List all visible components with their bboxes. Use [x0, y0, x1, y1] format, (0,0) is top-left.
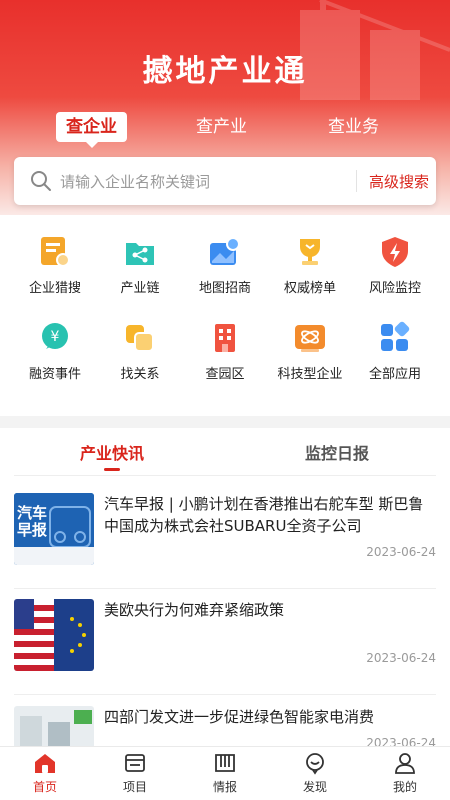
nav-label: 首页 — [32, 780, 57, 794]
feature-rankings[interactable]: 权威榜单 — [265, 235, 355, 315]
discover-icon — [306, 753, 324, 775]
relation-icon — [126, 325, 154, 352]
search-icon — [31, 171, 51, 191]
svg-text:¥: ¥ — [51, 329, 60, 345]
nav-label: 情报 — [212, 780, 237, 794]
search-divider — [356, 170, 357, 192]
feature-label: 全部应用 — [368, 367, 421, 382]
news-title: 四部门发文进一步促进绿色智能家电消费 — [104, 708, 375, 726]
feature-label: 权威榜单 — [283, 281, 336, 296]
thumbnail-text: 汽车 早报 — [17, 504, 48, 539]
tab-label: 监控日报 — [305, 444, 370, 463]
news-date: 2023-06-24 — [366, 736, 436, 746]
home-icon — [35, 754, 55, 773]
apps-grid-icon — [381, 321, 410, 351]
tab-industry[interactable]: 查产业 — [196, 112, 247, 142]
tab-company[interactable]: 查企业 — [56, 112, 127, 148]
news-title: 汽车早报 | 小鹏计划在香港推出右舵车型 斯巴鲁中国成为株式会社SUBARU全资… — [104, 495, 424, 535]
feature-label: 找关系 — [120, 367, 160, 382]
feature-tech-company[interactable]: 科技型企业 — [265, 321, 355, 401]
nav-home[interactable]: 首页 — [0, 751, 90, 795]
news-divider — [14, 588, 436, 589]
nav-intelligence[interactable]: 情报 — [180, 751, 270, 795]
feature-all-apps[interactable]: 全部应用 — [350, 321, 440, 401]
bottom-navigation: 首页 项目 情报 发现 我的 — [0, 746, 450, 800]
feature-map-investment[interactable]: 地图招商 — [180, 235, 270, 315]
feature-financing[interactable]: ¥ 融资事件 — [10, 321, 100, 401]
feature-label: 产业链 — [120, 281, 160, 296]
feature-risk-monitor[interactable]: 风险监控 — [350, 235, 440, 315]
map-pin-icon — [210, 237, 240, 265]
news-title: 美欧央行为何难弃紧缩政策 — [104, 601, 285, 619]
news-divider — [14, 694, 436, 695]
user-icon — [395, 753, 415, 774]
advanced-search-button[interactable]: 高级搜索 — [369, 171, 429, 192]
feature-grid: 企业猎搜 产业链 地图招商 权威榜单 风险监控 ¥ 融资事件 找关系 查园区 科… — [0, 225, 450, 400]
news-item[interactable]: 四部门发文进一步促进绿色智能家电消费 2023-06-24 — [14, 706, 436, 746]
feature-park[interactable]: 查园区 — [180, 321, 270, 401]
nav-label: 发现 — [302, 780, 327, 794]
app-title: 撼地产业通 — [142, 54, 308, 89]
company-search-icon — [41, 237, 70, 267]
feature-label: 地图招商 — [198, 281, 251, 296]
nav-label: 我的 — [392, 780, 417, 794]
news-date: 2023-06-24 — [366, 651, 436, 665]
search-type-tabs: 查企业 查产业 查业务 — [0, 112, 450, 148]
appliance-image — [14, 706, 94, 746]
feature-label: 科技型企业 — [277, 367, 343, 382]
tab-business[interactable]: 查业务 — [328, 112, 379, 142]
feature-label: 查园区 — [205, 367, 245, 382]
flags-image — [14, 599, 94, 671]
news-thumbnail — [14, 706, 94, 746]
news-item[interactable]: 汽车 早报 汽车早报 | 小鹏计划在香港推出右舵车型 斯巴鲁中国成为株式会社SU… — [14, 493, 436, 589]
feature-label: 风险监控 — [368, 281, 421, 296]
news-item[interactable]: 美欧央行为何难弃紧缩政策 2023-06-24 — [14, 599, 436, 695]
feature-company-search[interactable]: 企业猎搜 — [10, 235, 100, 315]
tab-industry-news[interactable]: 产业快讯 — [80, 440, 145, 471]
nav-project[interactable]: 项目 — [90, 751, 180, 795]
feature-relations[interactable]: 找关系 — [95, 321, 185, 401]
shield-lightning-icon — [382, 237, 408, 267]
news-thumbnail: 汽车 早报 — [14, 493, 94, 565]
share-chain-icon — [126, 243, 154, 265]
trophy-icon — [300, 239, 320, 265]
atom-icon — [295, 325, 325, 352]
feature-label: 企业猎搜 — [28, 281, 81, 296]
nav-discover[interactable]: 发现 — [270, 751, 360, 795]
feature-label: 融资事件 — [28, 367, 81, 382]
building-icon — [215, 324, 235, 352]
tab-monitor-daily[interactable]: 监控日报 — [305, 440, 369, 464]
news-tabs: 产业快讯 监控日报 — [0, 440, 450, 474]
news-date: 2023-06-24 — [366, 545, 436, 559]
active-tab-indicator — [104, 468, 120, 471]
yen-bubble-icon: ¥ — [42, 323, 68, 349]
search-input[interactable]: 请输入企业名称关键词 — [60, 171, 210, 192]
project-icon — [125, 754, 145, 772]
feature-industry-chain[interactable]: 产业链 — [95, 235, 185, 315]
nav-profile[interactable]: 我的 — [360, 751, 450, 795]
tab-label: 产业快讯 — [80, 444, 145, 463]
news-divider — [14, 475, 436, 476]
news-thumbnail — [14, 599, 94, 671]
nav-label: 项目 — [122, 780, 147, 794]
section-separator — [0, 416, 450, 428]
search-bar[interactable]: 请输入企业名称关键词 高级搜索 — [14, 157, 436, 205]
intel-book-icon — [215, 754, 235, 772]
